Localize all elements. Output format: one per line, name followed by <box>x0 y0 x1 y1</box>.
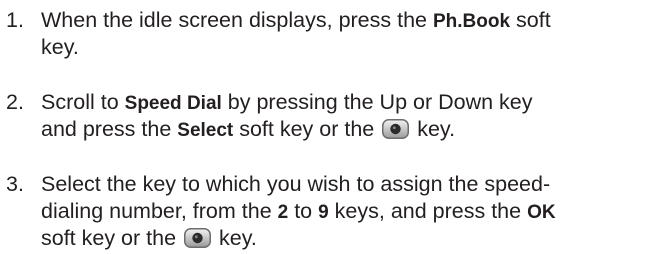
key-label: 9 <box>318 202 329 223</box>
text-run: key. <box>213 226 257 250</box>
text-run: by pressing the Up or Down key <box>221 90 533 114</box>
center-select-key-icon <box>382 119 410 139</box>
softkey-label: Ph.Book <box>432 11 511 32</box>
text-run: to <box>288 199 319 223</box>
softkey-label: Select <box>177 120 234 141</box>
step-line: and press the Select soft key or the key… <box>41 116 533 143</box>
text-run: Select the key to which you wish to assi… <box>41 172 551 196</box>
step-line: Select the key to which you wish to assi… <box>41 171 556 198</box>
step-number: 1. <box>6 8 24 32</box>
text-run: keys, and press the <box>328 199 528 223</box>
text-run: and press the <box>41 117 178 141</box>
step-number: 2. <box>6 90 24 114</box>
softkey-label: OK <box>527 202 556 223</box>
step-line: When the idle screen displays, press the… <box>41 7 551 34</box>
step-text: When the idle screen displays, press the… <box>41 7 551 61</box>
text-run: key. <box>411 117 456 141</box>
text-run: soft key or the <box>233 117 381 141</box>
menu-item-label: Speed Dial <box>124 93 222 114</box>
text-run: When the idle screen displays, press the <box>41 8 433 32</box>
key-label: 2 <box>277 202 289 223</box>
step-line: soft key or the key. <box>41 225 556 252</box>
text-run: dialing number, from the <box>41 199 278 223</box>
text-run: soft key or the <box>41 226 183 250</box>
text-run: key. <box>41 35 79 59</box>
step-line: Scroll to Speed Dial by pressing the Up … <box>41 89 533 116</box>
center-select-key-icon <box>184 228 212 248</box>
instruction-steps: 1. When the idle screen displays, press … <box>0 0 648 254</box>
step-text: Select the key to which you wish to assi… <box>41 171 556 252</box>
step-number: 3. <box>6 172 24 196</box>
step-line: key. <box>41 34 551 61</box>
step-line: dialing number, from the 2 to 9 keys, an… <box>41 198 556 225</box>
text-run: Scroll to <box>41 90 125 114</box>
text-run: soft <box>510 8 551 32</box>
step-text: Scroll to Speed Dial by pressing the Up … <box>41 89 533 143</box>
